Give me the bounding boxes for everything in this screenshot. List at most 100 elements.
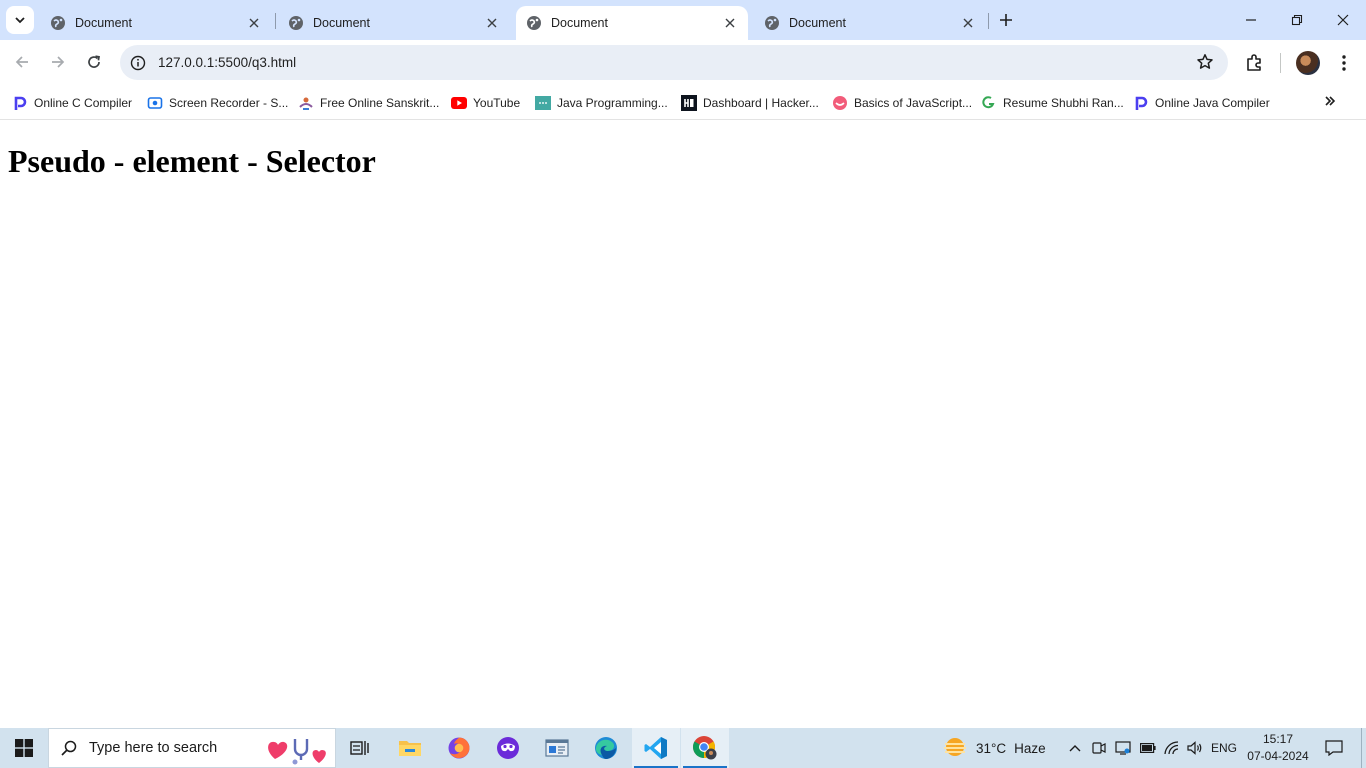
search-highlight-hearts-icon: [268, 739, 326, 765]
vscode-icon: [644, 737, 667, 759]
close-icon[interactable]: [484, 15, 500, 31]
plus-icon: [1000, 14, 1012, 26]
tab-title: Document: [789, 16, 846, 30]
notification-icon: [1325, 740, 1343, 756]
meet-now-button[interactable]: [1089, 728, 1109, 768]
browser-toolbar: 127.0.0.1:5500/q3.html: [0, 40, 1366, 86]
arrow-right-icon: [52, 56, 65, 68]
close-icon[interactable]: [246, 15, 262, 31]
weather-widget[interactable]: 31°C Haze: [942, 728, 1046, 768]
restore-icon: [1291, 14, 1303, 26]
globe-icon: [527, 16, 541, 30]
reload-icon: [88, 55, 100, 68]
forward-button[interactable]: [43, 47, 73, 77]
system-clock[interactable]: 15:17 07-04-2024: [1240, 731, 1316, 765]
bookmark-label: YouTube: [473, 96, 521, 110]
tab-divider: [988, 13, 989, 29]
taskbar-search-box[interactable]: Type here to search: [48, 728, 336, 768]
hackerrank-icon: [681, 95, 697, 111]
bookmark-screen-recorder[interactable]: Screen Recorder - S...: [147, 92, 288, 114]
bookmark-label: Online Java Compiler: [1155, 96, 1270, 110]
bookmark-star-icon[interactable]: [1196, 53, 1214, 71]
edge-button[interactable]: [582, 728, 630, 768]
chrome-button[interactable]: [681, 728, 729, 768]
mask-app-icon: [497, 737, 519, 759]
camera-icon: [1092, 742, 1106, 754]
tab-search-button[interactable]: [6, 6, 34, 34]
url-text[interactable]: 127.0.0.1:5500/q3.html: [158, 55, 296, 70]
page-content: Pseudo - element - Selector: [0, 121, 1366, 728]
tab-strip: Document Document Document Document: [0, 0, 1366, 40]
restore-button[interactable]: [1274, 0, 1320, 40]
minimize-button[interactable]: [1228, 0, 1274, 40]
bookmark-online-c-compiler[interactable]: Online C Compiler: [12, 92, 132, 114]
bookmark-basics-of-javascript[interactable]: Basics of JavaScript...: [832, 92, 972, 114]
window-app-button[interactable]: [533, 728, 581, 768]
tab-document-2[interactable]: Document: [278, 6, 510, 40]
monitor-icon: [1115, 741, 1131, 755]
weather-condition: Haze: [1014, 740, 1046, 756]
address-bar[interactable]: 127.0.0.1:5500/q3.html: [120, 45, 1228, 80]
network-monitor-button[interactable]: [1112, 728, 1134, 768]
start-button[interactable]: [0, 728, 48, 768]
search-icon: [49, 739, 89, 757]
globe-icon: [289, 16, 303, 30]
globe-icon: [51, 16, 65, 30]
close-icon[interactable]: [722, 15, 738, 31]
extensions-icon[interactable]: [1243, 52, 1265, 74]
vscode-button[interactable]: [632, 728, 680, 768]
clock-date: 07-04-2024: [1247, 749, 1309, 763]
bookmark-label: Resume Shubhi Ran...: [1003, 96, 1124, 110]
browser-window: Document Document Document Document 127.…: [0, 0, 1366, 728]
bookmark-label: Screen Recorder - S...: [169, 96, 289, 110]
bookmarks-overflow-button[interactable]: [1320, 91, 1340, 111]
taskbar: Type here to search 31°C Haze ENG 15:17 …: [0, 728, 1366, 768]
battery-button[interactable]: [1137, 728, 1159, 768]
new-tab-button[interactable]: [994, 8, 1018, 32]
mask-app-button[interactable]: [484, 728, 532, 768]
task-view-button[interactable]: [336, 728, 384, 768]
windows-icon: [15, 739, 33, 757]
kebab-menu-icon[interactable]: [1333, 52, 1355, 74]
tab-document-4[interactable]: Document: [754, 6, 986, 40]
close-icon: [1337, 14, 1349, 26]
back-button[interactable]: [7, 47, 37, 77]
speaker-icon: [1186, 741, 1201, 755]
bookmark-online-java-compiler[interactable]: Online Java Compiler: [1133, 92, 1270, 114]
profile-avatar[interactable]: [1296, 51, 1320, 75]
file-explorer-button[interactable]: [386, 728, 434, 768]
close-window-button[interactable]: [1320, 0, 1366, 40]
tab-document-3-active[interactable]: Document: [516, 6, 748, 40]
search-placeholder: Type here to search: [89, 740, 218, 756]
firefox-button[interactable]: [435, 728, 483, 768]
close-icon[interactable]: [960, 15, 976, 31]
tab-document-1[interactable]: Document: [40, 6, 272, 40]
toolbar-divider: [1280, 53, 1281, 73]
double-chevron-right-icon: [1325, 96, 1336, 106]
firefox-icon: [448, 737, 470, 759]
weather-temp: 31°C: [976, 740, 1007, 756]
tab-divider: [275, 13, 276, 29]
youtube-icon: [451, 95, 467, 111]
app-window-icon: [545, 739, 569, 757]
show-hidden-icons-button[interactable]: [1064, 728, 1086, 768]
wifi-button[interactable]: [1161, 728, 1183, 768]
wifi-icon: [1164, 741, 1179, 755]
bookmark-resume[interactable]: Resume Shubhi Ran...: [981, 92, 1124, 114]
reload-button[interactable]: [79, 47, 109, 77]
tab-title: Document: [313, 16, 370, 30]
notification-center-button[interactable]: [1318, 728, 1350, 768]
edge-icon: [595, 737, 617, 759]
programiz-icon: [12, 95, 28, 111]
site-info-icon[interactable]: [121, 45, 155, 80]
volume-button[interactable]: [1184, 728, 1206, 768]
bookmarks-bar: Online C Compiler Screen Recorder - S...…: [0, 86, 1366, 120]
show-desktop-button[interactable]: [1361, 728, 1366, 768]
bookmark-hackerrank-dashboard[interactable]: Dashboard | Hacker...: [681, 92, 819, 114]
bookmark-java-programming[interactable]: Java Programming...: [535, 92, 668, 114]
sanskrit-icon: [298, 95, 314, 111]
input-language[interactable]: ENG: [1211, 728, 1237, 768]
arrow-left-icon: [15, 56, 28, 68]
bookmark-youtube[interactable]: YouTube: [451, 92, 520, 114]
bookmark-sanskrit[interactable]: Free Online Sanskrit...: [298, 92, 439, 114]
